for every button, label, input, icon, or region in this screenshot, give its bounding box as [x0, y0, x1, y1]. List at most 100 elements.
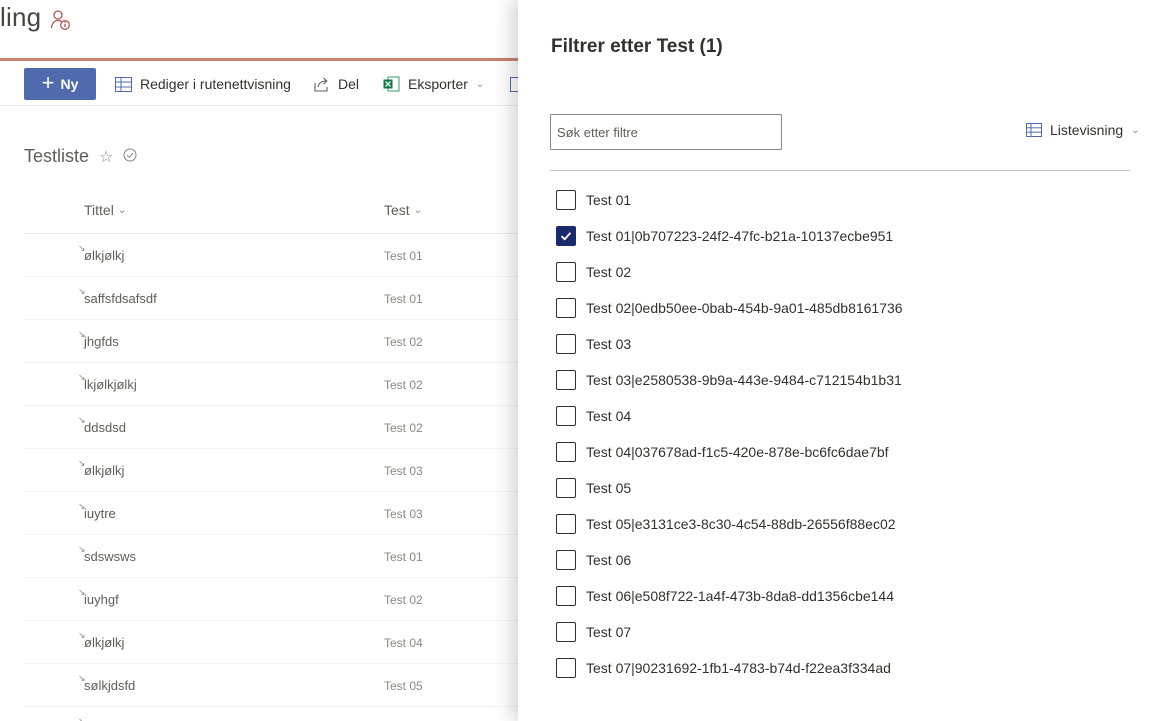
table-row-partial[interactable]: ↘	[24, 707, 540, 721]
filter-option[interactable]: Test 03	[556, 326, 903, 362]
site-title[interactable]: ling	[0, 2, 41, 33]
filter-options-list: Test 01 Test 01|0b707223-24f2-47fc-b21a-1…	[556, 182, 903, 686]
filter-option[interactable]: Test 04	[556, 398, 903, 434]
new-button-label: Ny	[60, 76, 79, 92]
chevron-down-icon: ⌄	[413, 204, 423, 216]
row-title[interactable]: iuytre	[84, 506, 116, 521]
filter-option[interactable]: Test 06	[556, 542, 903, 578]
row-title[interactable]: ddsdsd	[84, 420, 126, 435]
row-title[interactable]: saffsfdsafsdf	[84, 291, 157, 306]
person-info-icon[interactable]	[50, 9, 72, 36]
filter-option-label[interactable]: Test 03	[586, 336, 631, 352]
filter-option-label[interactable]: Test 02	[586, 264, 631, 280]
table-row[interactable]: ↘ ølkjølkj Test 01	[24, 234, 540, 277]
column-header-test[interactable]: Test ⌄	[384, 202, 422, 218]
edit-grid-view-label: Rediger i rutenettvisning	[140, 76, 291, 92]
row-test: Test 01	[384, 249, 423, 263]
filter-option-checkbox[interactable]	[556, 514, 576, 534]
row-title[interactable]: ølkjølkj	[84, 635, 124, 650]
new-button[interactable]: + Ny	[24, 68, 96, 100]
filter-option-label[interactable]: Test 03|e2580538-9b9a-443e-9484-c712154b…	[586, 372, 902, 388]
filter-option-checkbox[interactable]	[556, 442, 576, 462]
filter-option-label[interactable]: Test 07|90231692-1fb1-4783-b74d-f22ea3f3…	[586, 660, 891, 676]
edit-grid-view-button[interactable]: Rediger i rutenettvisning	[115, 74, 291, 94]
row-title[interactable]: jhgfds	[84, 334, 119, 349]
filter-option[interactable]: Test 06|e508f722-1a4f-473b-8da8-dd1356cb…	[556, 578, 903, 614]
export-button[interactable]: Eksporter ⌄	[383, 74, 484, 94]
filter-option-label[interactable]: Test 05	[586, 480, 631, 496]
filter-panel: Filtrer etter Test (1) Listevisning ⌄ Te…	[518, 0, 1152, 721]
table-row[interactable]: ↘ jhgfds Test 02	[24, 320, 540, 363]
filter-option-label[interactable]: Test 04|037678ad-f1c5-420e-878e-bc6fc6da…	[586, 444, 889, 460]
row-test: Test 03	[384, 464, 423, 478]
view-switch-dropdown[interactable]: Listevisning ⌄	[1026, 122, 1140, 138]
list-title-row: Testliste ☆	[24, 146, 137, 167]
row-title[interactable]: ølkjølkj	[84, 463, 124, 478]
filter-option-label[interactable]: Test 04	[586, 408, 631, 424]
filter-search-input[interactable]	[550, 114, 782, 150]
row-title[interactable]: lkjølkjølkj	[84, 377, 137, 392]
row-title[interactable]: sdswsws	[84, 549, 136, 564]
table-row[interactable]: ↘ iuyhgf Test 02	[24, 578, 540, 621]
filter-panel-title: Filtrer etter Test (1)	[551, 36, 723, 57]
row-title[interactable]: ølkjølkj	[84, 248, 124, 263]
chevron-down-icon: ⌄	[475, 78, 485, 90]
table-row[interactable]: ↘ ddsdsd Test 02	[24, 406, 540, 449]
column-header-test-label: Test	[384, 202, 410, 218]
filter-option[interactable]: Test 05|e3131ce3-8c30-4c54-88db-26556f88…	[556, 506, 903, 542]
filter-option-checkbox[interactable]	[556, 586, 576, 606]
check-circle-icon[interactable]	[123, 148, 137, 165]
row-test: Test 05	[384, 679, 423, 693]
star-icon[interactable]: ☆	[99, 147, 113, 167]
plus-icon: +	[41, 70, 55, 95]
filter-option-checkbox[interactable]	[556, 550, 576, 570]
share-button[interactable]: Del	[314, 74, 359, 94]
grid-icon	[115, 76, 132, 92]
row-test: Test 02	[384, 421, 423, 435]
filter-option[interactable]: Test 01	[556, 182, 903, 218]
filter-option[interactable]: Test 07	[556, 614, 903, 650]
filter-option[interactable]: Test 02|0edb50ee-0bab-454b-9a01-485db816…	[556, 290, 903, 326]
filter-option-checkbox[interactable]	[556, 334, 576, 354]
filter-option[interactable]: Test 05	[556, 470, 903, 506]
filter-option-checkbox[interactable]	[556, 406, 576, 426]
checkmark-icon	[560, 232, 572, 241]
filter-option[interactable]: Test 01|0b707223-24f2-47fc-b21a-10137ecb…	[556, 218, 903, 254]
table-row[interactable]: ↘ sølkjdsfd Test 05	[24, 664, 540, 707]
row-title[interactable]: sølkjdsfd	[84, 678, 135, 693]
filter-option[interactable]: Test 03|e2580538-9b9a-443e-9484-c712154b…	[556, 362, 903, 398]
filter-option-label[interactable]: Test 01	[586, 192, 631, 208]
table-row[interactable]: ↘ ølkjølkj Test 03	[24, 449, 540, 492]
filter-option[interactable]: Test 02	[556, 254, 903, 290]
filter-option[interactable]: Test 04|037678ad-f1c5-420e-878e-bc6fc6da…	[556, 434, 903, 470]
filter-option-checkbox[interactable]	[556, 658, 576, 678]
share-label: Del	[338, 76, 360, 92]
export-label: Eksporter	[408, 76, 468, 92]
filter-option-checkbox[interactable]	[556, 622, 576, 642]
filter-option-label[interactable]: Test 05|e3131ce3-8c30-4c54-88db-26556f88…	[586, 516, 896, 532]
table-row[interactable]: ↘ saffsfdsafsdf Test 01	[24, 277, 540, 320]
filter-option-label[interactable]: Test 06|e508f722-1a4f-473b-8da8-dd1356cb…	[586, 588, 894, 604]
row-test: Test 01	[384, 550, 423, 564]
row-test: Test 02	[384, 335, 423, 349]
filter-option-checkbox[interactable]	[556, 262, 576, 282]
row-test: Test 02	[384, 378, 423, 392]
column-header-title[interactable]: Tittel ⌄	[84, 202, 126, 218]
row-test: Test 03	[384, 507, 423, 521]
command-bar: + Ny Rediger i rutenettvisning Del Ekspo…	[0, 62, 540, 106]
filter-option-checkbox[interactable]	[556, 226, 576, 246]
filter-option-checkbox[interactable]	[556, 370, 576, 390]
filter-option-label[interactable]: Test 06	[586, 552, 631, 568]
filter-option-label[interactable]: Test 01|0b707223-24f2-47fc-b21a-10137ecb…	[586, 228, 893, 244]
filter-option-checkbox[interactable]	[556, 298, 576, 318]
table-row[interactable]: ↘ lkjølkjølkj Test 02	[24, 363, 540, 406]
filter-option[interactable]: Test 07|90231692-1fb1-4783-b74d-f22ea3f3…	[556, 650, 903, 686]
table-row[interactable]: ↘ ølkjølkj Test 04	[24, 621, 540, 664]
filter-option-checkbox[interactable]	[556, 190, 576, 210]
filter-option-label[interactable]: Test 02|0edb50ee-0bab-454b-9a01-485db816…	[586, 300, 903, 316]
row-title[interactable]: iuyhgf	[84, 592, 119, 607]
table-row[interactable]: ↘ sdswsws Test 01	[24, 535, 540, 578]
table-row[interactable]: ↘ iuytre Test 03	[24, 492, 540, 535]
filter-option-checkbox[interactable]	[556, 478, 576, 498]
filter-option-label[interactable]: Test 07	[586, 624, 631, 640]
